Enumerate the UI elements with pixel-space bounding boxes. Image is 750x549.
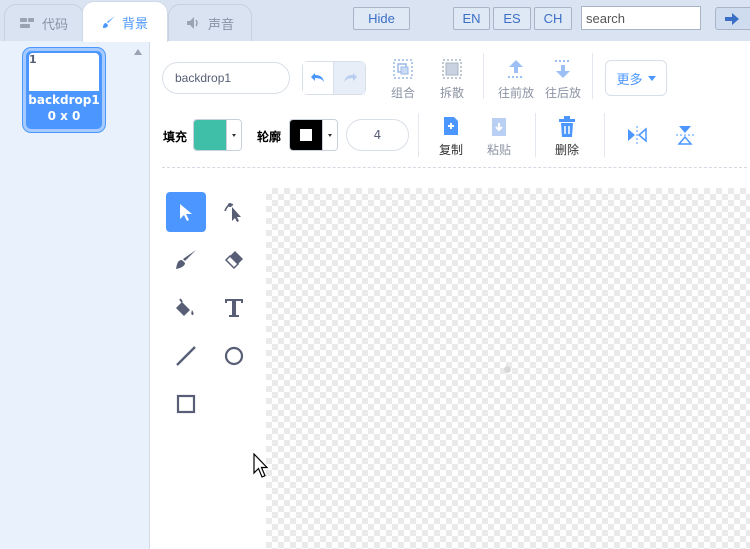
- sidebar-scrollbar[interactable]: [128, 41, 150, 549]
- tab-backdrops[interactable]: 背景: [82, 1, 168, 42]
- brush-icon: [102, 16, 115, 28]
- ungroup-label: 拆散: [439, 86, 464, 100]
- drawing-canvas[interactable]: [266, 188, 750, 549]
- backdrop-name: backdrop1: [28, 93, 100, 107]
- line-icon: [176, 346, 196, 366]
- speaker-icon: [186, 17, 198, 29]
- copy-label: 复制: [438, 143, 463, 157]
- fill-tool[interactable]: [166, 288, 206, 328]
- select-icon: [180, 204, 192, 221]
- tab-code[interactable]: 代码: [4, 4, 84, 41]
- tab-sounds-label: 声音: [207, 17, 234, 33]
- circle-tool[interactable]: [214, 336, 254, 376]
- tab-code-label: 代码: [41, 17, 68, 33]
- tab-sounds[interactable]: 声音: [168, 4, 252, 41]
- dropdown-arrow-icon: [226, 120, 241, 150]
- undo-button[interactable]: [303, 62, 335, 94]
- eraser-icon: [224, 251, 243, 270]
- reshape-icon: [224, 203, 241, 222]
- search-input[interactable]: [581, 6, 701, 30]
- divider: [592, 53, 593, 99]
- backward-label: 往后放: [544, 86, 581, 100]
- group-label: 组合: [390, 86, 415, 100]
- forward-icon[interactable]: [504, 57, 528, 81]
- hide-button[interactable]: Hide: [353, 7, 410, 30]
- paint-editor: backdrop1 组合 拆散 往前放 往后放 更多 填充 轮廓 4 复制 粘贴…: [150, 41, 750, 549]
- circle-icon: [224, 346, 244, 366]
- backdrop-thumbnail[interactable]: 1 backdrop1 0 x 0: [23, 48, 105, 132]
- chevron-down-icon: [647, 75, 656, 81]
- redo-icon: [343, 73, 357, 82]
- delete-label: 删除: [554, 143, 579, 157]
- lang-es-button[interactable]: ES: [493, 7, 531, 30]
- go-button[interactable]: [715, 7, 750, 30]
- eraser-tool[interactable]: [214, 240, 254, 280]
- undo-redo-group: [302, 61, 366, 95]
- copy-icon[interactable]: [439, 115, 463, 139]
- rectangle-tool[interactable]: [166, 384, 206, 424]
- flip-vertical-icon[interactable]: [673, 123, 697, 147]
- toolbar-separator: [162, 167, 747, 168]
- outline-width-input[interactable]: 4: [346, 119, 409, 151]
- backdrop-index: 1: [29, 53, 37, 66]
- arrow-right-icon: [725, 12, 739, 25]
- code-icon: [19, 18, 34, 28]
- backdrop-size: 0 x 0: [47, 109, 81, 123]
- scroll-up-arrow-icon[interactable]: [134, 49, 142, 55]
- outline-color-swatch: [290, 120, 322, 150]
- fill-icon: [176, 298, 194, 316]
- divider: [535, 113, 536, 157]
- lang-en-button[interactable]: EN: [453, 7, 490, 30]
- line-tool[interactable]: [166, 336, 206, 376]
- costume-name-field[interactable]: backdrop1: [162, 62, 290, 94]
- brush-tool[interactable]: [166, 240, 206, 280]
- divider: [418, 113, 419, 157]
- fill-label: 填充: [163, 130, 188, 144]
- ungroup-icon[interactable]: [440, 57, 464, 81]
- divider: [604, 113, 605, 157]
- text-icon: [225, 299, 243, 317]
- reshape-tool[interactable]: [214, 192, 254, 232]
- more-label: 更多: [616, 72, 643, 88]
- fill-color-picker[interactable]: [193, 119, 242, 151]
- mouse-cursor-icon: [253, 453, 269, 478]
- forward-label: 往前放: [497, 86, 534, 100]
- paste-label: 粘贴: [486, 143, 511, 157]
- backward-icon[interactable]: [551, 57, 575, 81]
- group-icon[interactable]: [391, 57, 415, 81]
- tab-backdrops-label: 背景: [121, 16, 148, 32]
- divider: [483, 53, 484, 99]
- more-button[interactable]: 更多: [605, 60, 667, 96]
- trash-icon[interactable]: [555, 115, 579, 139]
- dropdown-arrow-icon: [322, 120, 337, 150]
- paste-icon[interactable]: [487, 115, 511, 139]
- fill-color-swatch: [194, 120, 226, 150]
- brush-icon: [176, 250, 196, 269]
- outline-color-picker[interactable]: [289, 119, 338, 151]
- canvas-center-marker: [504, 366, 511, 373]
- select-tool[interactable]: [166, 192, 206, 232]
- undo-icon: [311, 73, 324, 82]
- backdrop-preview: [29, 53, 99, 91]
- redo-button[interactable]: [334, 62, 365, 94]
- flip-horizontal-icon[interactable]: [625, 123, 649, 147]
- text-tool[interactable]: [214, 288, 254, 328]
- top-tab-bar: 代码 背景 声音 Hide EN ES CH: [0, 0, 750, 42]
- outline-label: 轮廓: [257, 130, 282, 144]
- rectangle-icon: [176, 394, 196, 414]
- lang-ch-button[interactable]: CH: [534, 7, 572, 30]
- backdrop-list: 1 backdrop1 0 x 0: [0, 41, 128, 549]
